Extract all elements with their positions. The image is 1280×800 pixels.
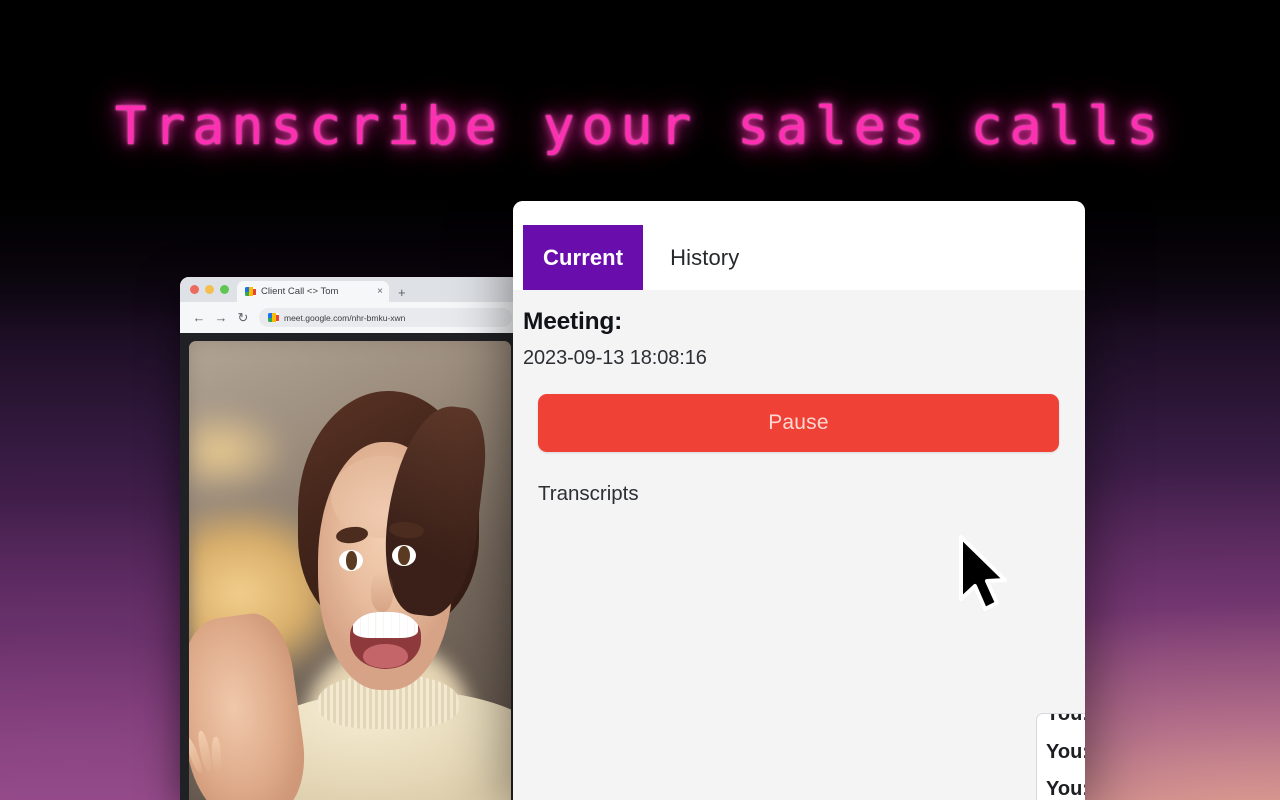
site-favicon-icon	[268, 313, 279, 322]
participant-tongue	[362, 643, 409, 669]
panel-header: Current History	[513, 201, 1085, 290]
address-bar[interactable]: meet.google.com/nhr-bmku-xwn	[259, 308, 512, 327]
transcript-speaker: You:	[1046, 713, 1085, 725]
window-traffic-lights	[188, 277, 237, 302]
browser-toolbar: ← → ↻ meet.google.com/nhr-bmku-xwn	[180, 302, 520, 333]
new-tab-button[interactable]: +	[389, 286, 415, 302]
page-title: Transcribe your sales calls	[114, 96, 1166, 157]
back-icon[interactable]: ←	[188, 307, 210, 329]
close-tab-icon[interactable]: ×	[377, 286, 383, 297]
browser-tab-title: Client Call <> Tom	[261, 286, 339, 297]
browser-window: Client Call <> Tom × + ← → ↻ meet.google…	[180, 277, 520, 800]
pause-button[interactable]: Pause	[538, 394, 1059, 452]
google-meet-icon	[245, 287, 256, 296]
participant-finger	[211, 737, 222, 774]
participant-nose	[370, 570, 394, 612]
participant-mouth	[350, 611, 421, 670]
browser-tab[interactable]: Client Call <> Tom ×	[237, 281, 389, 302]
reload-icon[interactable]: ↻	[232, 307, 254, 329]
maximize-window-button[interactable]	[220, 285, 229, 294]
transcript-speaker: You:	[1046, 778, 1085, 800]
transcript-list[interactable]: You:Everything.You:All right.You:How’s y…	[1036, 713, 1085, 800]
transcript-line: You:Everything.	[1046, 713, 1085, 741]
tab-current[interactable]: Current	[523, 225, 644, 290]
transcript-speaker: You:	[1046, 740, 1085, 763]
transcript-line: You:All right.	[1046, 741, 1085, 779]
meeting-label: Meeting:	[523, 308, 623, 335]
close-window-button[interactable]	[190, 285, 199, 294]
video-participant-tile	[189, 341, 511, 800]
minimize-window-button[interactable]	[205, 285, 214, 294]
browser-tab-strip: Client Call <> Tom × +	[180, 277, 520, 302]
panel-body: Meeting: 2023-09-13 18:08:16 Pause Trans…	[513, 290, 1085, 506]
mouse-cursor	[959, 535, 1007, 611]
panel-tab-bar: Current History	[523, 225, 759, 290]
forward-icon[interactable]: →	[210, 307, 232, 329]
transcript-scroll-area: You:Everything.You:All right.You:How’s y…	[1037, 713, 1085, 800]
address-bar-url: meet.google.com/nhr-bmku-xwn	[284, 312, 406, 323]
transcripts-label: Transcripts	[538, 482, 639, 505]
transcript-line: You:How’s your weekend?	[1046, 778, 1085, 800]
meeting-date: 2023-09-13 18:08:16	[523, 347, 707, 369]
transcription-panel: Current History Meeting: 2023-09-13 18:0…	[513, 201, 1085, 800]
meet-viewport	[180, 333, 520, 800]
participant-teeth	[352, 611, 418, 639]
tab-history[interactable]: History	[643, 225, 759, 290]
